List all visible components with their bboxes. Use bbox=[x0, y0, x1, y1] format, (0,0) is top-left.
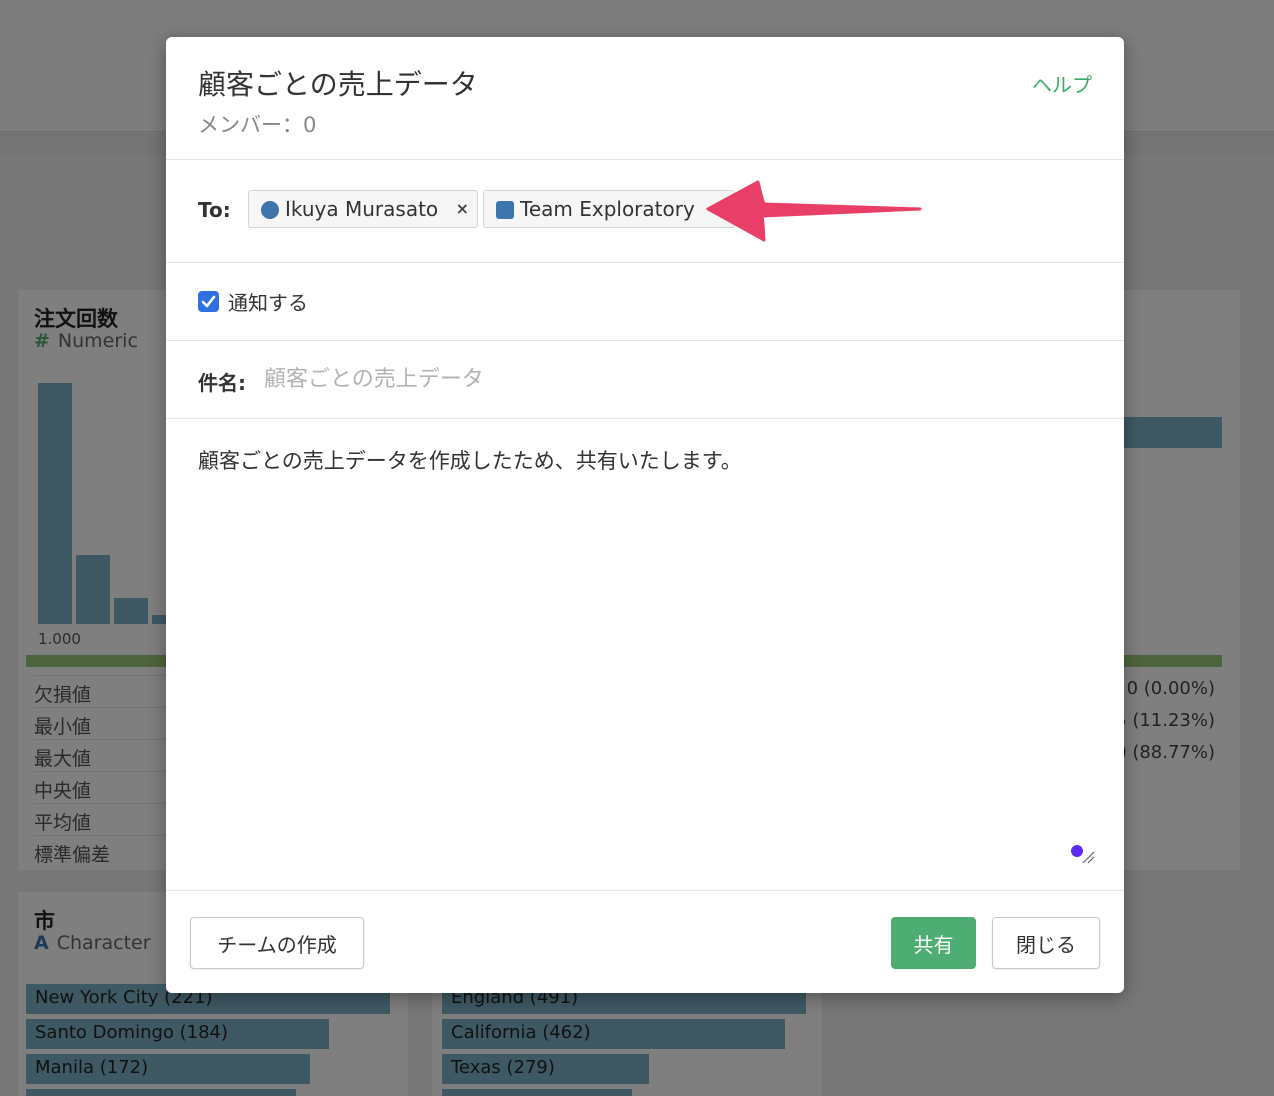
subject-row: 件名: bbox=[166, 341, 1124, 419]
message-area: 顧客ごとの売上データを作成したため、共有いたします。 bbox=[166, 419, 1124, 891]
team-icon bbox=[496, 201, 514, 219]
share-button[interactable]: 共有 bbox=[891, 917, 976, 969]
recipient-chip-user[interactable]: Ikuya Murasato × bbox=[248, 190, 478, 228]
notify-label[interactable]: 通知する bbox=[228, 287, 308, 316]
user-icon bbox=[261, 201, 279, 219]
to-label: To: bbox=[198, 198, 231, 222]
dialog-title: 顧客ごとの売上データ bbox=[198, 68, 478, 101]
notify-row: 通知する bbox=[166, 263, 1124, 341]
subject-input[interactable] bbox=[264, 361, 1084, 397]
resize-handle-icon[interactable] bbox=[1081, 850, 1095, 864]
dialog-header: 顧客ごとの売上データ メンバー：0 ヘルプ bbox=[166, 37, 1124, 160]
subject-label: 件名: bbox=[198, 371, 246, 395]
recipient-chip-team[interactable]: Team Exploratory bbox=[483, 190, 735, 228]
remove-recipient-icon[interactable]: × bbox=[456, 199, 469, 218]
notify-checkbox[interactable] bbox=[198, 291, 219, 312]
recipients-row: To: Ikuya Murasato × Team Exploratory bbox=[166, 160, 1124, 263]
help-link[interactable]: ヘルプ bbox=[1032, 69, 1092, 98]
recipient-name: Ikuya Murasato bbox=[285, 197, 439, 221]
close-button[interactable]: 閉じる bbox=[992, 917, 1100, 969]
annotation-arrow-icon bbox=[706, 180, 922, 242]
dialog-footer: チームの作成 共有 閉じる bbox=[166, 891, 1124, 993]
message-textarea[interactable]: 顧客ごとの売上データを作成したため、共有いたします。 bbox=[198, 445, 1078, 865]
share-dialog: 顧客ごとの売上データ メンバー：0 ヘルプ To: Ikuya Murasato… bbox=[166, 37, 1124, 993]
create-team-button[interactable]: チームの作成 bbox=[190, 917, 364, 969]
recipient-name: Team Exploratory bbox=[520, 197, 695, 221]
checkmark-icon bbox=[201, 295, 216, 308]
member-count: メンバー：0 bbox=[198, 113, 317, 137]
